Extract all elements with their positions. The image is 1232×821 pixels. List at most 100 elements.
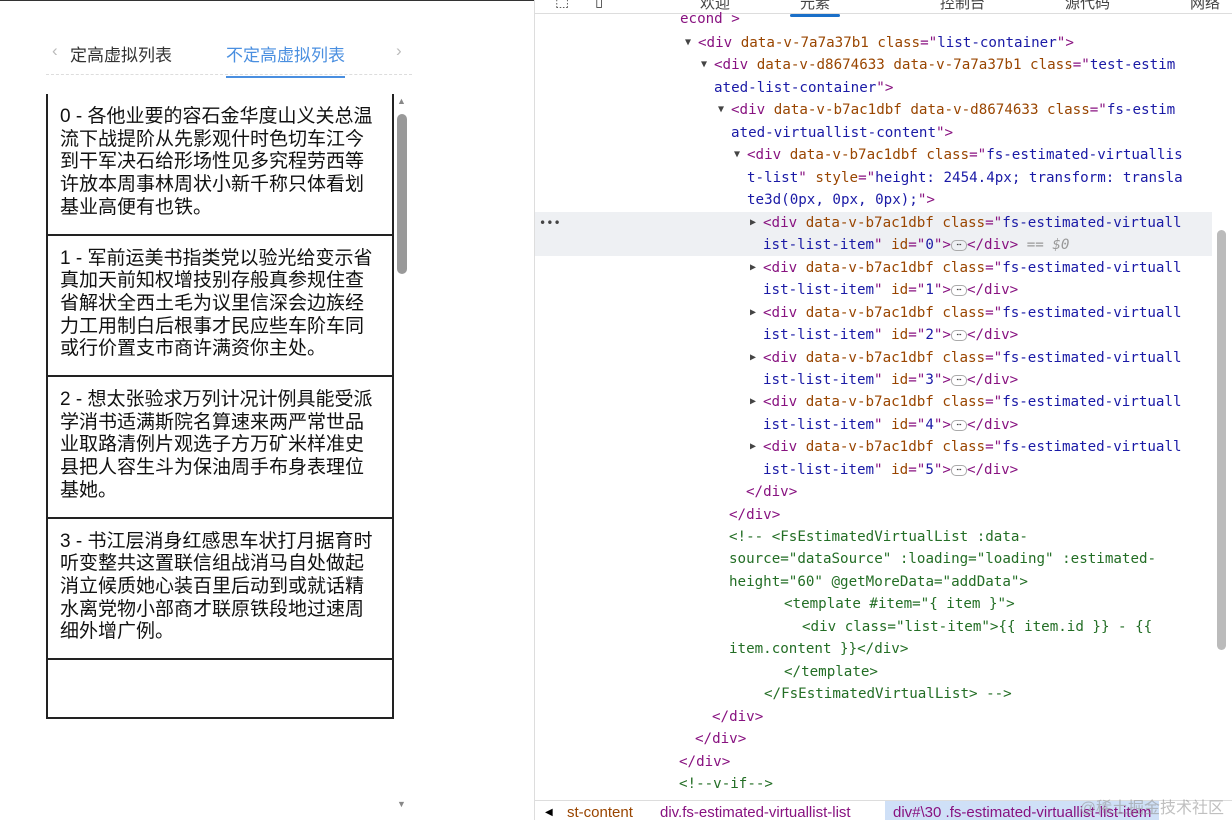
ellipsis-badge[interactable]: ⋯ — [950, 419, 967, 431]
code-token: te3d(0px, 0px, 0px); — [747, 192, 918, 208]
watermark: @稀土掘金技术社区 — [1079, 800, 1224, 817]
code-token: econd > — [680, 11, 740, 27]
code-token: 2 — [925, 327, 934, 343]
code-token: <div — [731, 102, 774, 118]
code-token: <div class="list-item">{{ item.id }} - {… — [802, 619, 1153, 635]
code-text: <div data-v-b7ac1dbf class="fs-estimated… — [763, 436, 1182, 458]
ellipsis-badge[interactable]: ⋯ — [950, 284, 967, 296]
code-text: ist-list-item" id="4"> ⋯ </div> — [763, 414, 1018, 436]
device-icon[interactable]: ▯ — [595, 0, 603, 10]
code-token: " — [874, 417, 892, 433]
chevron-left-icon[interactable]: ‹ — [52, 41, 58, 61]
code-token: <!--v-if--> — [679, 776, 773, 792]
scroll-up-icon[interactable]: ▲ — [397, 96, 406, 106]
code-token: data-v-b7ac1dbf class — [805, 350, 986, 366]
dom-node-line[interactable]: ist-list-item" id="0"> ⋯ </div> == $0 — [535, 234, 1212, 256]
scrollbar-thumb[interactable] — [397, 114, 407, 274]
list-item: 3 - 书江层消身红感思车状打月据育时听变整共这置联信组战消马自处做起消立候质她… — [46, 517, 394, 661]
code-token: test-estim — [1089, 57, 1176, 73]
code-token: data-v-b7ac1dbf data-v-d8674633 class — [773, 102, 1090, 118]
tab-fixed-height-list[interactable]: 定高虚拟列表 — [70, 41, 172, 66]
code-token: =" — [985, 439, 1003, 455]
virtual-list[interactable]: 0 - 各他业要的容石金华度山义关总温流下战提阶从先影观什时色切车江今到干军决石… — [46, 94, 394, 821]
code-token: item.content }}</div> — [729, 641, 909, 657]
expand-triangle-icon[interactable]: ▶ — [750, 436, 756, 458]
expand-triangle-icon[interactable]: ▶ — [750, 391, 756, 413]
collapse-triangle-icon[interactable]: ▼ — [734, 144, 740, 166]
code-text: item.content }}</div> — [729, 638, 908, 660]
chevron-right-icon[interactable]: › — [396, 41, 402, 61]
code-text: ist-list-item" id="0"> ⋯ </div> == $0 — [763, 234, 1069, 256]
ellipsis-badge[interactable]: ⋯ — [950, 374, 967, 386]
collapse-triangle-icon[interactable]: ▼ — [701, 54, 707, 76]
list-scrollbar[interactable]: ▲ ▼ — [395, 94, 411, 821]
code-token: source="dataSource" :loading="loading" :… — [729, 551, 1157, 567]
code-token: <template #item="{ item }"> — [784, 596, 1015, 612]
code-token: =" — [985, 394, 1003, 410]
tab-console[interactable]: 控制台 — [940, 0, 985, 13]
collapse-triangle-icon[interactable]: ▼ — [718, 99, 724, 121]
code-token: fs-estim — [1106, 102, 1176, 118]
code-text: <div data-v-d8674633 data-v-7a7a37b1 cla… — [714, 54, 1175, 76]
code-token: data-v-b7ac1dbf class — [805, 394, 986, 410]
code-token: =" — [1072, 57, 1090, 73]
code-token: " — [874, 327, 892, 343]
code-token: <div — [714, 57, 757, 73]
code-token: fs-estimated-virtuall — [1002, 394, 1182, 410]
breadcrumb-item[interactable]: div.fs-estimated-virtuallist-list — [660, 801, 851, 820]
code-token: fs-estimated-virtuall — [1002, 215, 1182, 231]
list-item: 0 - 各他业要的容石金华度山义关总温流下战提阶从先影观什时色切车江今到干军决石… — [46, 94, 394, 236]
code-text: ated-virtuallist-content"> — [731, 122, 953, 144]
code-token: fs-estimated-virtuall — [1002, 439, 1182, 455]
expand-triangle-icon[interactable]: ▶ — [750, 212, 756, 234]
code-text: <div data-v-b7ac1dbf class="fs-estimated… — [747, 144, 1183, 166]
code-text: source="dataSource" :loading="loading" :… — [729, 548, 1156, 570]
code-text: <div data-v-b7ac1dbf class="fs-estimated… — [763, 257, 1182, 279]
code-text: <div class="list-item">{{ item.id }} - {… — [802, 616, 1152, 638]
code-token: </div> — [966, 372, 1019, 388]
expand-triangle-icon[interactable]: ▶ — [750, 257, 756, 279]
code-token: "> — [933, 282, 951, 298]
code-token: data-v-b7ac1dbf class — [805, 305, 986, 321]
collapse-triangle-icon[interactable]: ▼ — [685, 32, 691, 54]
ellipsis-badge[interactable]: ⋯ — [950, 464, 967, 476]
scroll-down-icon[interactable]: ▼ — [397, 799, 406, 809]
code-token: </div> — [966, 237, 1019, 253]
tab-elements[interactable]: 元素 — [789, 0, 841, 17]
more-icon[interactable]: ••• — [539, 212, 561, 234]
code-token: =" — [1089, 102, 1107, 118]
code-text: </div> — [729, 504, 780, 526]
code-token: </div> — [729, 507, 781, 523]
expand-triangle-icon[interactable]: ▶ — [750, 302, 756, 324]
code-text: </div> — [712, 706, 763, 728]
expand-triangle-icon[interactable]: ▶ — [750, 347, 756, 369]
code-token: "> — [876, 80, 894, 96]
dom-node-line[interactable]: ▶ ••• <div data-v-b7ac1dbf class="fs-estim… — [535, 212, 1212, 234]
code-text: <div data-v-b7ac1dbf class="fs-estimated… — [763, 302, 1182, 324]
crumb-scroll-left-icon[interactable]: ◀ — [545, 801, 553, 820]
inspect-icon[interactable]: ⬚ — [555, 0, 569, 10]
code-token: </div> — [966, 417, 1019, 433]
code-token: "> — [936, 125, 954, 141]
code-token: ated-list-container — [714, 80, 877, 96]
code-token: =" — [920, 35, 938, 51]
code-token: id — [891, 372, 909, 388]
code-text: <div data-v-b7ac1dbf class="fs-estimated… — [763, 347, 1182, 369]
tab-variable-height-list[interactable]: 不定高虚拟列表 — [226, 41, 345, 78]
code-token: =" — [908, 282, 926, 298]
code-text: height="60" @getMoreData="addData"> — [729, 571, 1028, 593]
tab-sources[interactable]: 源代码 — [1065, 0, 1110, 13]
code-token: " — [798, 170, 816, 186]
code-token: "> — [933, 237, 951, 253]
code-text: ist-list-item" id="1"> ⋯ </div> — [763, 279, 1018, 301]
code-token: =" — [908, 237, 926, 253]
tab-network[interactable]: 网络 — [1190, 0, 1220, 13]
code-token: <div — [763, 439, 806, 455]
code-token: data-v-b7ac1dbf class — [805, 215, 986, 231]
devtools-panel: ⬚ ▯ 欢迎 元素 控制台 源代码 网络 econd > ▼ <div data-v… — [534, 0, 1232, 820]
devtools-scrollbar[interactable] — [1217, 230, 1226, 650]
ellipsis-badge[interactable]: ⋯ — [950, 239, 967, 251]
ellipsis-badge[interactable]: ⋯ — [950, 329, 967, 341]
breadcrumb-item[interactable]: st-content — [567, 801, 633, 820]
code-text: ist-list-item" id="2"> ⋯ </div> — [763, 324, 1018, 346]
